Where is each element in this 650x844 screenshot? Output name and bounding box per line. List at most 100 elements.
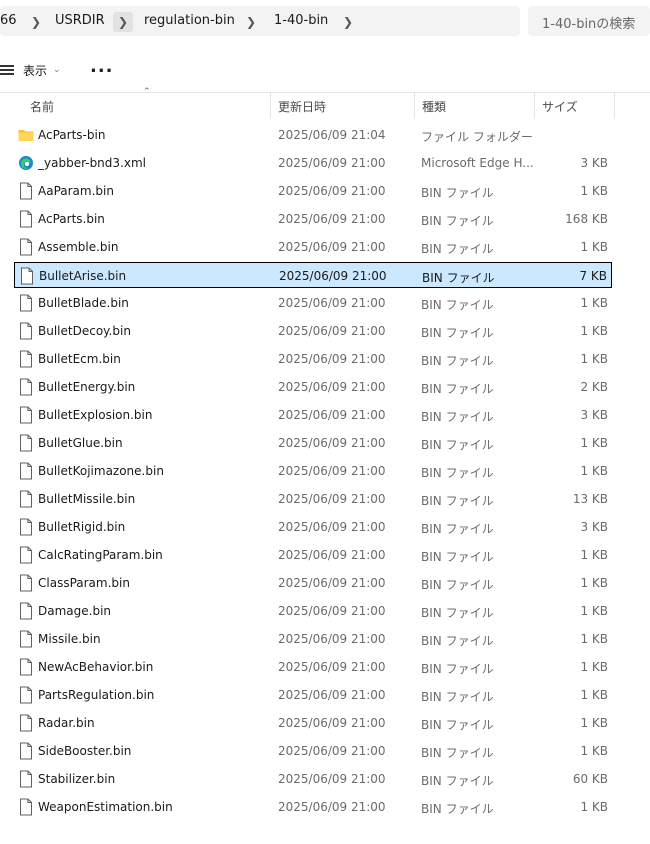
file-row[interactable]: AcParts-bin 2025/06/09 21:04 ファイル フォルダー	[14, 122, 612, 148]
file-type: BIN ファイル	[421, 802, 494, 816]
file-icon	[18, 630, 34, 648]
file-row[interactable]: BulletEcm.bin 2025/06/09 21:00 BIN ファイル 1 K…	[14, 346, 612, 372]
file-row[interactable]: Damage.bin 2025/06/09 21:00 BIN ファイル 1 KB	[14, 598, 612, 624]
file-icon	[18, 546, 34, 564]
file-row[interactable]: BulletBlade.bin 2025/06/09 21:00 BIN ファイル 1…	[14, 290, 612, 316]
chevron-right-icon[interactable]: ❯	[339, 13, 357, 31]
file-icon	[18, 350, 34, 368]
file-icon	[18, 602, 34, 620]
file-size: 1 KB	[580, 576, 608, 590]
file-row[interactable]: WeaponEstimation.bin 2025/06/09 21:00 BIN …	[14, 794, 612, 820]
file-icon	[18, 182, 34, 200]
file-name: Radar.bin	[38, 716, 95, 730]
file-date: 2025/06/09 21:04	[278, 128, 386, 142]
file-size: 1 KB	[580, 660, 608, 674]
chevron-right-icon[interactable]: ❯	[113, 12, 133, 32]
column-divider[interactable]	[270, 93, 271, 119]
column-type[interactable]: 種類	[422, 98, 446, 115]
breadcrumb-item[interactable]: regulation-bin	[144, 13, 235, 28]
view-button[interactable]: 表示 ⌄	[0, 60, 61, 80]
file-size: 1 KB	[580, 436, 608, 450]
column-divider[interactable]	[614, 93, 615, 119]
file-type: BIN ファイル	[421, 354, 494, 368]
file-row[interactable]: BulletGlue.bin 2025/06/09 21:00 BIN ファイル 1 …	[14, 430, 612, 456]
breadcrumb[interactable]: 66 ❯ USRDIR ❯ regulation-bin ❯ 1-40-bin …	[0, 6, 520, 36]
breadcrumb-item[interactable]: USRDIR	[55, 13, 105, 28]
file-name: BulletKojimazone.bin	[38, 464, 164, 478]
file-size: 1 KB	[580, 744, 608, 758]
file-row[interactable]: BulletMissile.bin 2025/06/09 21:00 BIN ファイ…	[14, 486, 612, 512]
command-bar: 表示 ⌄ ...	[0, 44, 650, 93]
file-type: BIN ファイル	[421, 774, 494, 788]
chevron-right-icon[interactable]: ❯	[242, 13, 260, 31]
file-date: 2025/06/09 21:00	[278, 716, 386, 730]
folder-icon	[18, 126, 34, 144]
file-row[interactable]: BulletExplosion.bin 2025/06/09 21:00 BIN フ…	[14, 402, 612, 428]
file-row[interactable]: AcParts.bin 2025/06/09 21:00 BIN ファイル 168 K…	[14, 206, 612, 232]
more-options-button[interactable]: ...	[90, 56, 114, 77]
file-type: BIN ファイル	[421, 662, 494, 676]
file-name: AcParts.bin	[38, 212, 105, 226]
file-type: BIN ファイル	[421, 550, 494, 564]
column-divider[interactable]	[414, 93, 415, 119]
file-row[interactable]: Assemble.bin 2025/06/09 21:00 BIN ファイル 1 KB	[14, 234, 612, 260]
file-row[interactable]: Stabilizer.bin 2025/06/09 21:00 BIN ファイル 60…	[14, 766, 612, 792]
file-type: BIN ファイル	[421, 326, 494, 340]
file-name: BulletRigid.bin	[38, 520, 126, 534]
file-name: BulletBlade.bin	[38, 296, 129, 310]
file-name: BulletArise.bin	[39, 269, 127, 283]
file-icon	[18, 490, 34, 508]
file-row[interactable]: _yabber-bnd3.xml 2025/06/09 21:00 Microsof…	[14, 150, 612, 176]
file-name: BulletEcm.bin	[38, 352, 121, 366]
file-date: 2025/06/09 21:00	[278, 660, 386, 674]
file-row[interactable]: AaParam.bin 2025/06/09 21:00 BIN ファイル 1 KB	[14, 178, 612, 204]
file-size: 1 KB	[580, 688, 608, 702]
file-row[interactable]: SideBooster.bin 2025/06/09 21:00 BIN ファイル 1…	[14, 738, 612, 764]
column-name[interactable]: 名前	[30, 98, 54, 115]
chevron-right-icon[interactable]: ❯	[27, 13, 45, 31]
file-name: AaParam.bin	[38, 184, 114, 198]
file-date: 2025/06/09 21:00	[278, 408, 386, 422]
file-name: NewAcBehavior.bin	[38, 660, 154, 674]
chevron-down-icon: ⌄	[53, 65, 61, 75]
file-size: 1 KB	[580, 548, 608, 562]
file-size: 3 KB	[580, 520, 608, 534]
file-date: 2025/06/09 21:00	[278, 464, 386, 478]
file-type: BIN ファイル	[421, 494, 494, 508]
search-placeholder: 1-40-binの検索	[542, 17, 636, 32]
file-size: 1 KB	[580, 324, 608, 338]
file-icon	[18, 294, 34, 312]
column-size[interactable]: サイズ	[542, 98, 578, 115]
view-button-label: 表示	[23, 63, 48, 78]
breadcrumb-item[interactable]: 66	[0, 13, 17, 28]
file-icon	[18, 686, 34, 704]
search-box[interactable]: 1-40-binの検索	[528, 6, 650, 36]
file-row[interactable]: BulletEnergy.bin 2025/06/09 21:00 BIN ファイル…	[14, 374, 612, 400]
file-row[interactable]: PartsRegulation.bin 2025/06/09 21:00 BIN フ…	[14, 682, 612, 708]
column-date[interactable]: 更新日時	[278, 98, 326, 115]
file-row[interactable]: BulletArise.bin 2025/06/09 21:00 BIN ファイル 7…	[14, 262, 612, 288]
file-size: 1 KB	[580, 240, 608, 254]
file-type: ファイル フォルダー	[421, 130, 533, 144]
file-size: 2 KB	[580, 380, 608, 394]
breadcrumb-item[interactable]: 1-40-bin	[274, 13, 328, 28]
file-row[interactable]: NewAcBehavior.bin 2025/06/09 21:00 BIN ファイ…	[14, 654, 612, 680]
file-row[interactable]: BulletRigid.bin 2025/06/09 21:00 BIN ファイル 3…	[14, 514, 612, 540]
file-type: BIN ファイル	[421, 522, 494, 536]
file-name: BulletMissile.bin	[38, 492, 136, 506]
file-row[interactable]: Missile.bin 2025/06/09 21:00 BIN ファイル 1 KB	[14, 626, 612, 652]
file-name: AcParts-bin	[38, 128, 106, 142]
file-row[interactable]: BulletKojimazone.bin 2025/06/09 21:00 BIN …	[14, 458, 612, 484]
file-icon	[18, 518, 34, 536]
file-row[interactable]: Radar.bin 2025/06/09 21:00 BIN ファイル 1 KB	[14, 710, 612, 736]
file-type: Microsoft Edge H...	[421, 156, 534, 170]
file-size: 1 KB	[580, 800, 608, 814]
file-row[interactable]: ClassParam.bin 2025/06/09 21:00 BIN ファイル 1 …	[14, 570, 612, 596]
file-name: BulletDecoy.bin	[38, 324, 131, 338]
column-divider[interactable]	[534, 93, 535, 119]
file-size: 1 KB	[580, 604, 608, 618]
file-type: BIN ファイル	[421, 634, 494, 648]
file-row[interactable]: BulletDecoy.bin 2025/06/09 21:00 BIN ファイル 1…	[14, 318, 612, 344]
file-name: BulletExplosion.bin	[38, 408, 153, 422]
file-row[interactable]: CalcRatingParam.bin 2025/06/09 21:00 BIN フ…	[14, 542, 612, 568]
